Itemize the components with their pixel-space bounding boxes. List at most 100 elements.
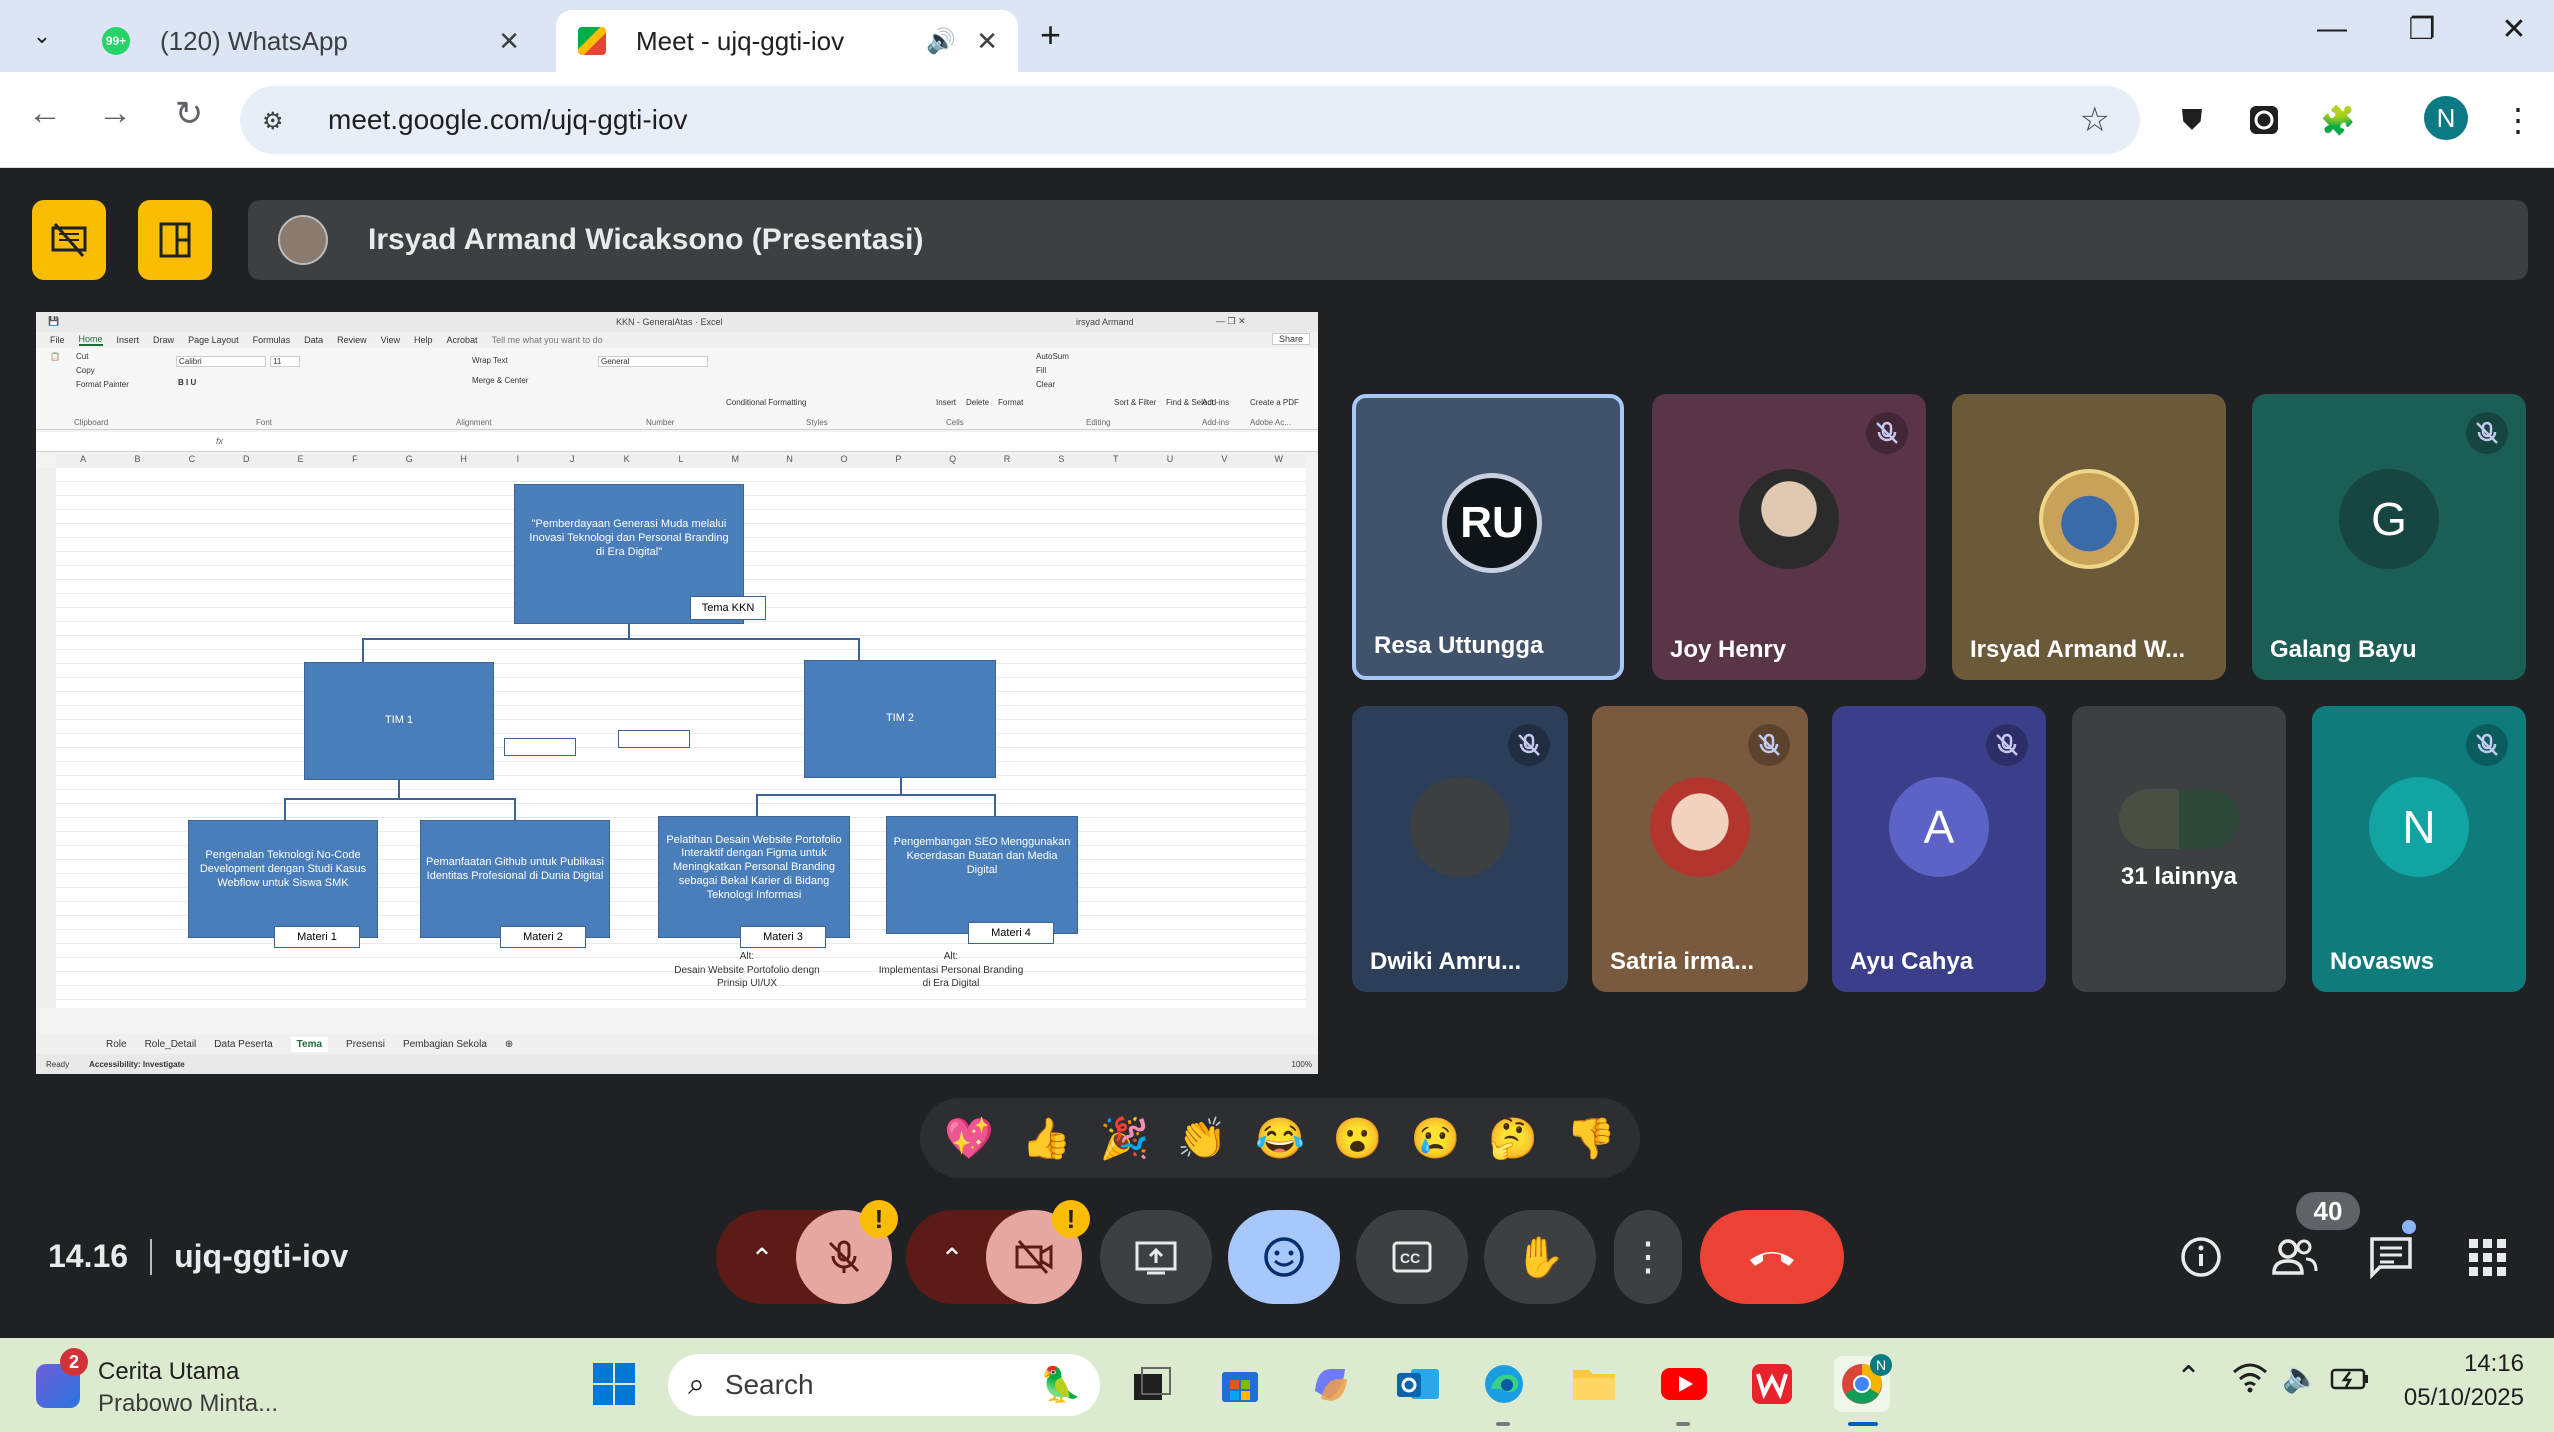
close-window-icon[interactable]: ✕ [2484,12,2544,47]
participant-tile[interactable]: A Ayu Cahya [1832,706,2046,992]
forward-icon[interactable]: → [90,94,140,133]
news-widget[interactable]: 2 Cerita Utama Prabowo Minta... [36,1348,336,1422]
outlook-icon[interactable] [1390,1356,1446,1412]
address-bar[interactable]: ⚙ meet.google.com/ujq-ggti-iov ☆ [240,86,2140,154]
profile-avatar[interactable]: N [2424,96,2468,140]
connector [398,780,400,800]
thumbs-down-reaction-icon[interactable]: 👎 [1561,1108,1621,1168]
task-view-icon[interactable] [1124,1356,1180,1412]
emoji-icon [1264,1237,1304,1277]
ribbon-cut: Cut [76,352,89,361]
start-button[interactable] [586,1356,642,1412]
meeting-details-icon[interactable] [2176,1232,2226,1282]
mic-off-icon [2466,412,2508,454]
microsoft-store-icon[interactable] [1212,1356,1268,1412]
material4-label: Materi 4 [968,922,1054,944]
present-button[interactable] [1100,1210,1212,1304]
column-header: B [134,454,141,464]
column-header: W [1274,454,1283,464]
captions-button[interactable]: CC [1356,1210,1468,1304]
tab-meet[interactable]: Meet - ujq-ggti-iov 🔊 ✕ [556,10,1018,72]
tell-me: Tell me what you want to do [491,335,603,345]
participant-tile[interactable]: RU Resa Uttungga [1352,394,1624,680]
participant-tile[interactable]: G Galang Bayu [2252,394,2526,680]
leave-call-button[interactable] [1700,1210,1844,1304]
chat-icon[interactable] [2366,1232,2416,1282]
new-tab-button[interactable]: + [1040,14,1061,56]
close-tab-icon[interactable]: ✕ [976,26,998,57]
excel-statusbar: Ready Accessibility: Investigate 100% [36,1054,1318,1074]
cry-reaction-icon[interactable]: 😢 [1405,1108,1465,1168]
copilot-icon[interactable] [1302,1356,1358,1412]
presenter-title: Irsyad Armand Wicaksono (Presentasi) [368,223,924,256]
activities-icon[interactable] [2462,1232,2512,1282]
mic-off-icon [1866,412,1908,454]
edge-icon[interactable] [1476,1356,1532,1412]
laugh-reaction-icon[interactable]: 😂 [1250,1108,1310,1168]
back-icon[interactable]: ← [20,94,70,133]
speaker-icon[interactable]: 🔊 [926,27,956,56]
tab-search-button[interactable]: ⌄ [20,14,64,58]
site-settings-icon[interactable]: ⚙ [262,107,292,135]
participant-tile[interactable]: 31 lainnya [2072,706,2286,992]
video-options-button[interactable]: ⌃ [922,1240,982,1276]
paste-icon: 📋 [50,352,60,361]
shield-extension-icon[interactable]: ⛊ [2172,100,2212,140]
show-hidden-icons[interactable]: ⌃ [2176,1360,2201,1395]
tab-title: (120) WhatsApp [160,25,348,56]
shared-screen[interactable]: 💾 KKN - GeneralAtas · Excel irsyad Arman… [36,312,1318,1074]
close-tab-icon[interactable]: ✕ [498,26,520,57]
heart-reaction-icon[interactable]: 💖 [939,1108,999,1168]
raise-hand-button[interactable]: ✋ [1484,1210,1596,1304]
participant-tile[interactable]: Satria irma... [1592,706,1808,992]
column-header: J [570,454,575,464]
extensions-icon[interactable]: 🧩 [2318,100,2358,140]
clap-reaction-icon[interactable]: 👏 [1172,1108,1232,1168]
menu-kebab-icon[interactable]: ⋮ [2498,100,2538,140]
people-icon[interactable] [2270,1232,2320,1282]
minimize-icon[interactable]: — [2302,12,2362,46]
participant-tile[interactable]: N Novasws [2312,706,2526,992]
excel-window-controls: — ❐ ✕ [1216,316,1246,326]
battery-icon[interactable] [2330,1366,2370,1397]
party-reaction-icon[interactable]: 🎉 [1094,1108,1154,1168]
wrap-text: Wrap Text [472,356,508,365]
participant-tile[interactable]: Joy Henry [1652,394,1926,680]
stop-presentation-button[interactable] [32,200,106,280]
tab-whatsapp[interactable]: 99+ (120) WhatsApp ✕ [80,10,540,72]
theme-text: "Pemberdayaan Generasi Muda melalui Inov… [529,518,729,558]
column-header: E [297,454,304,464]
thumbs-up-reaction-icon[interactable]: 👍 [1017,1108,1077,1168]
wps-office-icon[interactable] [1744,1356,1800,1412]
column-header: A [80,454,87,464]
restore-icon[interactable]: ❐ [2392,12,2452,47]
more-options-button[interactable]: ⋮ [1614,1210,1682,1304]
btn-fill: Fill [1036,366,1047,375]
layout-button[interactable] [138,200,212,280]
audio-options-button[interactable]: ⌃ [732,1240,792,1276]
participant-tile[interactable]: Dwiki Amru... [1352,706,1568,992]
column-header: Q [949,454,957,464]
participant-tile[interactable]: Irsyad Armand W... [1952,394,2226,680]
volume-icon[interactable]: 🔈 [2282,1360,2319,1395]
excel-user: irsyad Armand [1076,317,1134,327]
clock-time[interactable]: 14:16 [2464,1350,2524,1378]
tab-strip: ⌄ 99+ (120) WhatsApp ✕ Meet - ujq-ggti-i… [0,0,2554,72]
youtube-icon[interactable] [1656,1356,1712,1412]
surprised-reaction-icon[interactable]: 😮 [1328,1108,1388,1168]
column-header: K [623,454,630,464]
grammarly-extension-icon[interactable] [2244,100,2284,140]
clock-date[interactable]: 05/10/2025 [2404,1384,2524,1412]
camera-off-icon [1015,1240,1053,1274]
reactions-button[interactable] [1228,1210,1340,1304]
reload-icon[interactable]: ↻ [164,94,214,134]
row-headers [36,468,56,1008]
group-styles: Styles [806,418,828,427]
file-explorer-icon[interactable] [1566,1356,1622,1412]
connector [284,798,516,800]
captions-icon: CC [1392,1241,1432,1273]
wifi-icon[interactable] [2232,1362,2268,1399]
thinking-reaction-icon[interactable]: 🤔 [1483,1108,1543,1168]
bookmark-star-icon[interactable]: ☆ [2080,100,2110,140]
taskbar-search[interactable]: ⌕ Search 🦜 [668,1354,1100,1416]
